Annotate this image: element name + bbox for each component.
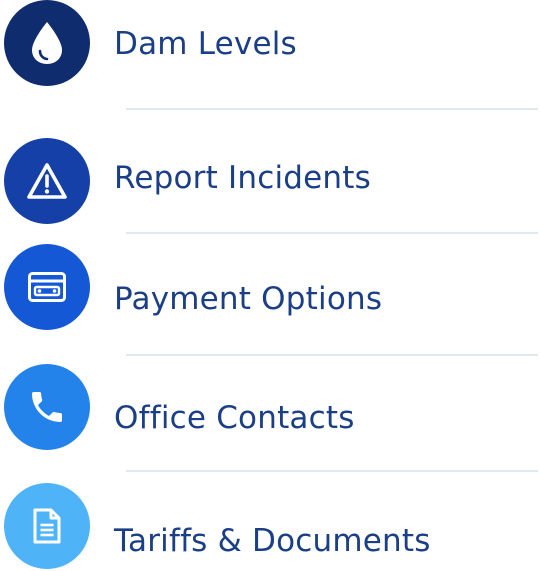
phone-icon: [4, 364, 90, 450]
warning-triangle-icon: [4, 138, 90, 224]
menu-item-label: Payment Options: [114, 281, 383, 317]
divider: [126, 470, 538, 472]
water-drop-icon: [4, 0, 90, 86]
menu-item-label: Tariffs & Documents: [114, 523, 431, 559]
menu-item-payment-options[interactable]: Payment Options: [0, 240, 541, 330]
menu-item-report-incidents[interactable]: Report Incidents: [0, 120, 541, 224]
divider: [126, 354, 538, 356]
services-menu: Dam Levels Report Incidents Payment Opti…: [0, 0, 541, 571]
divider: [126, 232, 538, 234]
menu-item-office-contacts[interactable]: Office Contacts: [0, 360, 541, 450]
menu-item-label: Report Incidents: [114, 160, 371, 196]
divider: [126, 108, 538, 110]
document-icon: [4, 483, 90, 569]
menu-item-label: Office Contacts: [114, 400, 355, 436]
menu-item-dam-levels[interactable]: Dam Levels: [0, 0, 541, 90]
payment-card-icon: [4, 244, 90, 330]
menu-item-tariffs-documents[interactable]: Tariffs & Documents: [0, 481, 541, 571]
menu-item-label: Dam Levels: [114, 26, 297, 62]
